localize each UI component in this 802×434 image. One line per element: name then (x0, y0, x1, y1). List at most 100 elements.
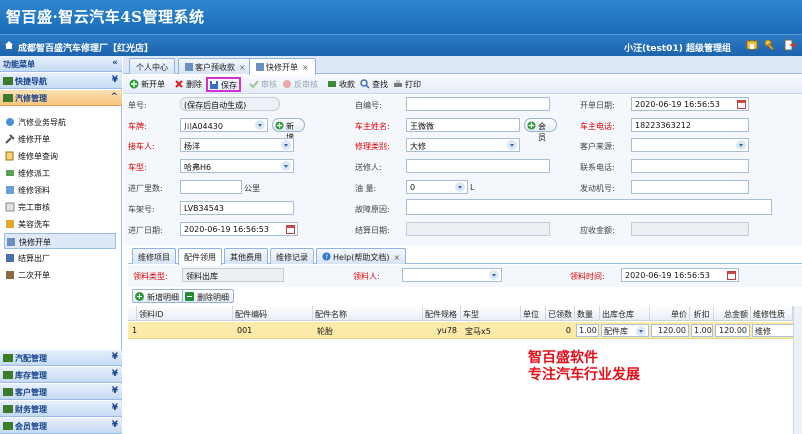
repair-type-select[interactable]: 大修 (406, 138, 520, 152)
audit-button[interactable]: 审核 (249, 78, 277, 91)
column-header[interactable]: 车型 (461, 306, 521, 321)
receiver-select[interactable]: 杨洋 (180, 138, 294, 152)
tab-customer-prepay[interactable]: 客户预收款 × (178, 58, 253, 74)
chevron-down-icon[interactable] (489, 270, 499, 280)
contact-phone-input[interactable] (631, 159, 749, 173)
owner-phone-input[interactable]: 18223363212 (631, 118, 749, 132)
close-icon[interactable]: × (302, 63, 309, 72)
home-icon[interactable] (4, 40, 14, 50)
column-header[interactable]: 数量 (575, 306, 600, 321)
unaudit-button[interactable]: 反审核 (282, 78, 318, 91)
sidebar-section-parts[interactable]: 汽配管理 ¥ (0, 350, 122, 366)
sidebar-item-repair-order[interactable]: 维修开单 (4, 131, 116, 147)
chevron-down-icon[interactable] (507, 140, 517, 150)
print-button[interactable]: 打印 (393, 78, 421, 91)
sidebar-item-order-query[interactable]: 维修单查询 (4, 148, 116, 164)
table-row[interactable]: 1 001 轮胎 yu78 宝马x5 0 1.00 配件库 120.00 1.0… (128, 322, 802, 339)
customer-source-select[interactable] (631, 138, 749, 152)
key-icon[interactable] (764, 39, 776, 51)
home-shortcut-icon[interactable] (746, 39, 758, 51)
car-model-select[interactable]: 哈弗H6 (180, 159, 294, 173)
sidebar-item-repair-nav[interactable]: 汽修业务导航 (4, 114, 116, 130)
calendar-icon[interactable] (727, 271, 736, 280)
open-date-input[interactable]: 2020-06-19 16:56:53 (631, 97, 749, 111)
taken-qty-cell: 0 (565, 326, 571, 335)
sidebar-item-second-order[interactable]: 二次开单 (4, 267, 116, 283)
tab-icon (256, 63, 264, 71)
sidebar-item-settlement[interactable]: 结算出厂 (4, 250, 116, 266)
chevron-down-icon[interactable] (636, 326, 646, 336)
calendar-icon[interactable] (737, 100, 746, 109)
sidebar-item-dispatch[interactable]: 维修派工 (4, 165, 116, 181)
customer-source-label: 客户来源: (580, 142, 615, 151)
tab-parts-usage[interactable]: 配件领用 (178, 248, 222, 265)
sidebar-item-material[interactable]: 维修领料 (4, 182, 116, 198)
sidebar-section-member[interactable]: 会员管理 ¥ (0, 418, 122, 434)
close-icon[interactable]: × (239, 63, 246, 72)
calendar-icon[interactable] (286, 225, 295, 234)
chevron-down-icon[interactable] (255, 120, 265, 130)
chevron-down-icon[interactable] (736, 140, 746, 150)
tab-other-fees[interactable]: 其他费用 (224, 248, 268, 264)
tab-quick-repair[interactable]: 快修开单 × (249, 58, 316, 75)
material-time-input[interactable]: 2020-06-19 16:56:53 (621, 268, 739, 282)
sidebar-section-repair-mgmt[interactable]: 汽修管理 ^ (0, 90, 122, 106)
plate-input[interactable]: 川A04430 (180, 118, 268, 132)
close-icon[interactable]: × (393, 253, 400, 262)
column-header[interactable]: 配件规格 (423, 306, 461, 321)
vin-input[interactable]: LVB34543 (180, 201, 294, 215)
material-form: 领料类型: 领料出库 领料人: 领料时间: 2020-06-19 16:56:5… (128, 265, 802, 287)
warehouse-select[interactable]: 配件库 (601, 324, 649, 337)
self-no-input[interactable] (406, 97, 550, 111)
collect-button[interactable]: 收款 (327, 78, 355, 91)
column-header[interactable]: 单价 (650, 306, 690, 321)
qty-input[interactable]: 1.00 (576, 324, 599, 337)
delete-detail-button[interactable]: 删除明细 (182, 289, 234, 303)
column-header[interactable]: 领料ID (137, 306, 233, 321)
add-vehicle-button[interactable]: 新增 (272, 118, 305, 142)
column-header[interactable]: 总金额 (714, 306, 751, 321)
chevron-down-icon[interactable] (281, 140, 291, 150)
material-person-select[interactable] (402, 268, 502, 282)
find-button[interactable]: 查找 (360, 78, 388, 91)
column-header[interactable]: 单位 (521, 306, 546, 321)
tab-repair-history[interactable]: 维修记录 (270, 248, 314, 264)
repair-nature-select[interactable]: 维修 (752, 324, 794, 337)
column-header[interactable]: 折扣 (690, 306, 714, 321)
chevron-down-icon[interactable] (281, 161, 291, 171)
column-header[interactable]: 配件编码 (233, 306, 313, 321)
fault-input[interactable] (406, 199, 772, 215)
sidebar-item-finish-audit[interactable]: 完工审核 (4, 199, 116, 215)
column-header[interactable]: 配件名称 (313, 306, 423, 321)
owner-name-input[interactable]: 王微微 (406, 118, 520, 132)
column-header[interactable]: 维修性质 (751, 306, 793, 321)
sidebar-item-quick-repair[interactable]: 快修开单 (4, 233, 116, 249)
price-input[interactable]: 120.00 (651, 324, 689, 337)
delete-icon (175, 80, 183, 88)
tab-repair-items[interactable]: 维修项目 (132, 248, 176, 264)
save-button[interactable]: 保存 (206, 77, 241, 92)
discount-input[interactable]: 1.00 (691, 324, 713, 337)
add-detail-button[interactable]: 新增明细 (132, 289, 184, 303)
new-order-button[interactable]: 新开单 (129, 78, 165, 91)
in-date-input[interactable]: 2020-06-19 16:56:53 (180, 222, 298, 236)
fuel-select[interactable]: 0 (406, 180, 468, 194)
column-header[interactable]: 出库仓库 (600, 306, 650, 321)
sender-input[interactable] (406, 159, 550, 173)
grid-scrollbar[interactable] (793, 306, 802, 434)
delete-button[interactable]: 删除 (174, 78, 202, 91)
sidebar-section-customer[interactable]: 客户管理 ¥ (0, 384, 122, 400)
member-button[interactable]: 会员 (524, 118, 557, 142)
logout-icon[interactable] (784, 39, 796, 51)
sidebar-section-finance[interactable]: 财务管理 ¥ (0, 401, 122, 417)
engine-no-input[interactable] (631, 180, 749, 194)
collapse-icon[interactable]: « (112, 58, 118, 68)
tab-personal-center[interactable]: 个人中心 (129, 58, 175, 74)
column-header[interactable]: 已领数 (546, 306, 575, 321)
tab-help-docs[interactable]: ? Help(帮助文档) × (316, 248, 407, 264)
sidebar-item-car-wash[interactable]: 美容洗车 (4, 216, 116, 232)
mileage-input[interactable] (180, 180, 242, 194)
sidebar-section-stock[interactable]: 库存管理 ¥ (0, 367, 122, 383)
chevron-down-icon[interactable] (455, 182, 465, 192)
sidebar-section-quick-nav[interactable]: 快捷导航 ¥ (0, 73, 122, 89)
